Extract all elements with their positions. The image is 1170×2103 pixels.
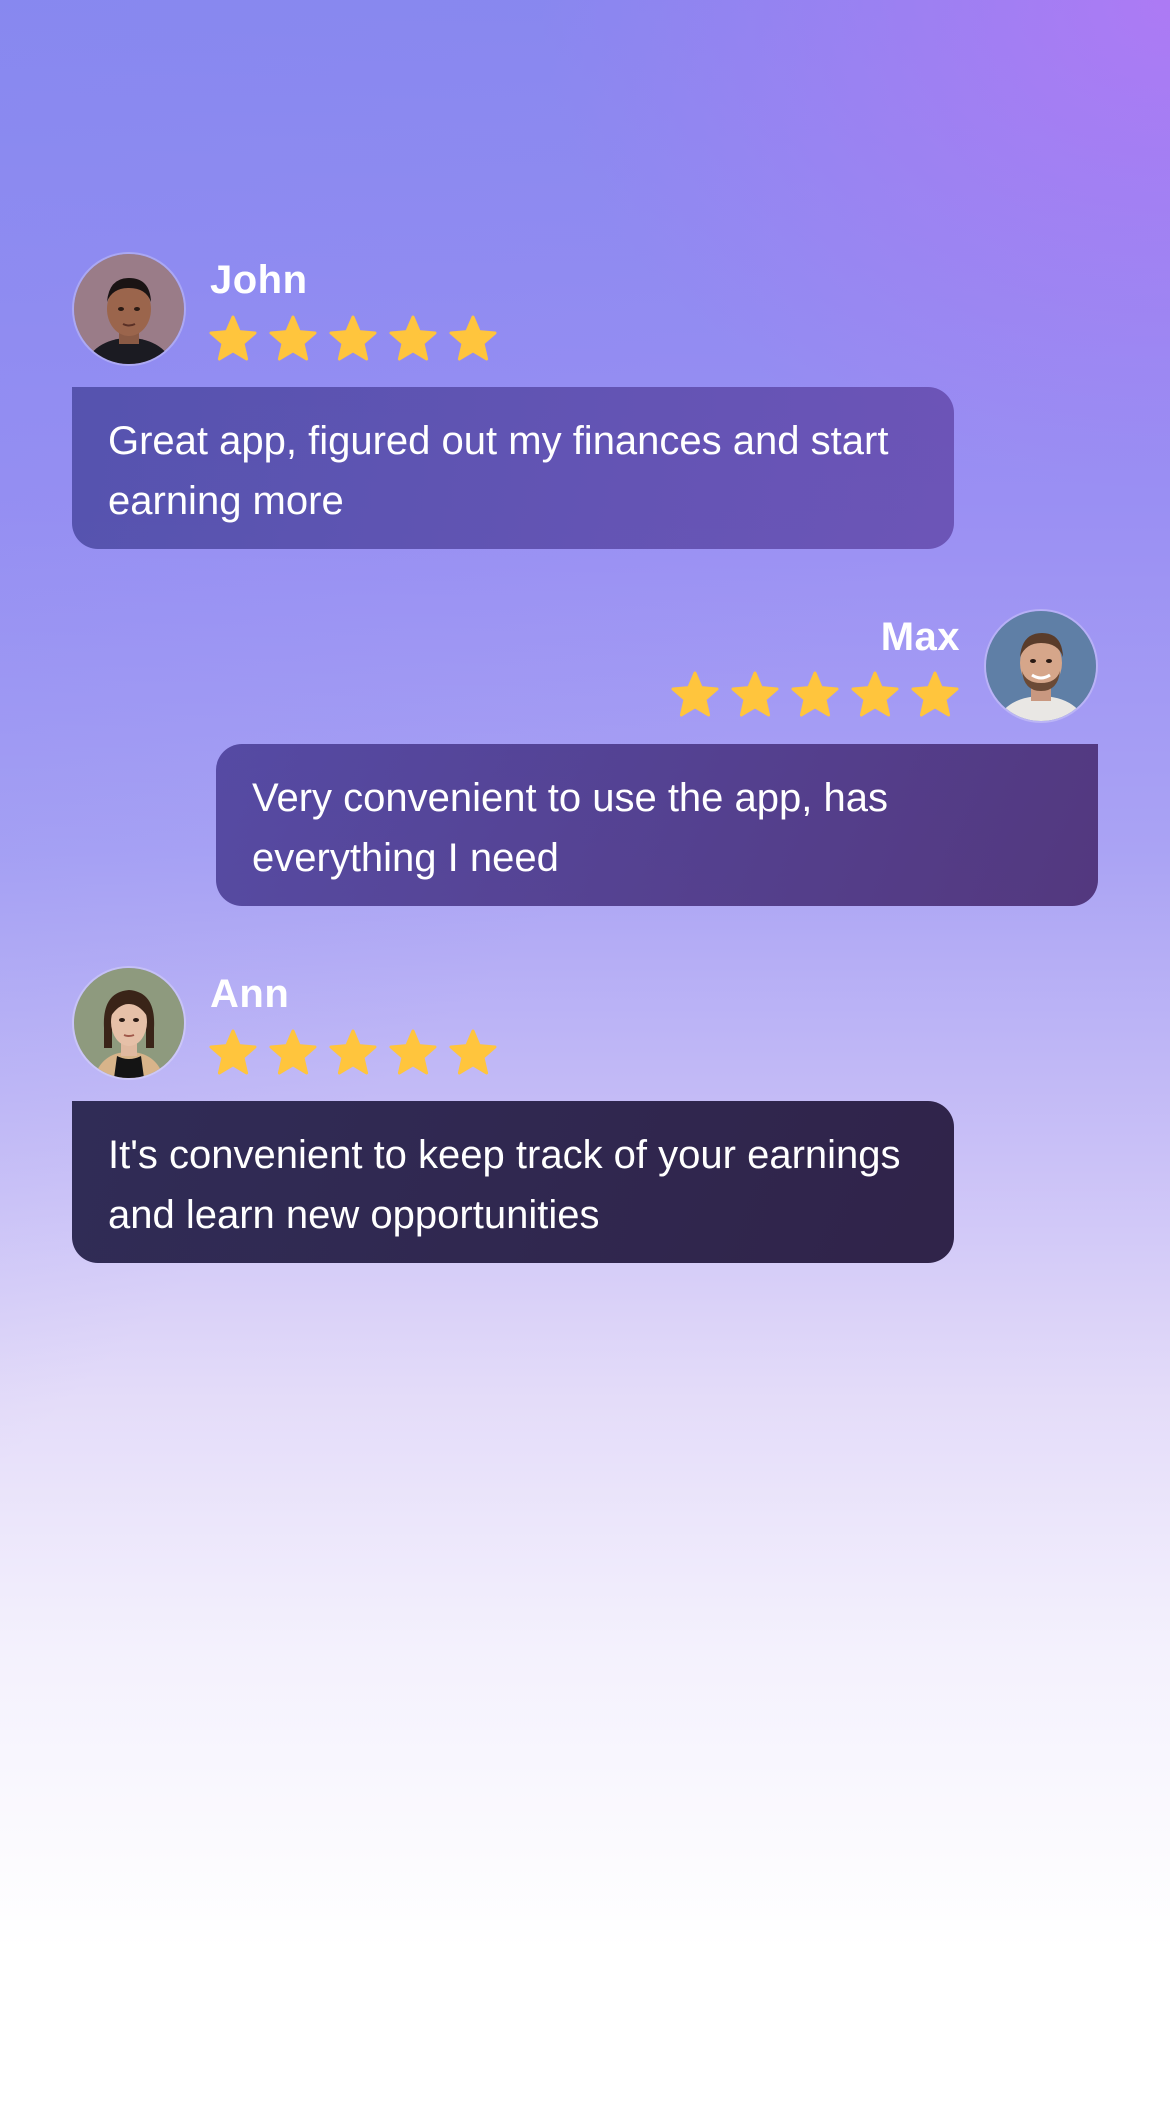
review-text: Very convenient to use the app, has ever… bbox=[216, 744, 1098, 906]
review-text: Great app, figured out my finances and s… bbox=[72, 387, 954, 549]
reviewer-name: Max bbox=[880, 615, 960, 659]
star-icon bbox=[911, 671, 959, 717]
star-icon bbox=[269, 1029, 317, 1075]
avatar-john bbox=[72, 252, 186, 366]
star-icon bbox=[269, 315, 317, 361]
star-icon bbox=[389, 315, 437, 361]
star-rating bbox=[208, 314, 498, 364]
avatar-ann bbox=[72, 966, 186, 1080]
star-icon bbox=[671, 671, 719, 717]
star-icon bbox=[389, 1029, 437, 1075]
review-text: It's convenient to keep track of your ea… bbox=[72, 1101, 954, 1263]
star-icon bbox=[449, 1029, 497, 1075]
star-icon bbox=[209, 315, 257, 361]
star-icon bbox=[449, 315, 497, 361]
star-icon bbox=[329, 1029, 377, 1075]
star-icon bbox=[329, 315, 377, 361]
star-rating bbox=[208, 1028, 498, 1078]
star-rating bbox=[670, 670, 960, 720]
reviewer-name: Ann bbox=[210, 972, 290, 1016]
star-icon bbox=[209, 1029, 257, 1075]
star-icon bbox=[791, 671, 839, 717]
reviewer-name: John bbox=[210, 258, 308, 302]
avatar-max bbox=[984, 609, 1098, 723]
star-icon bbox=[731, 671, 779, 717]
star-icon bbox=[851, 671, 899, 717]
